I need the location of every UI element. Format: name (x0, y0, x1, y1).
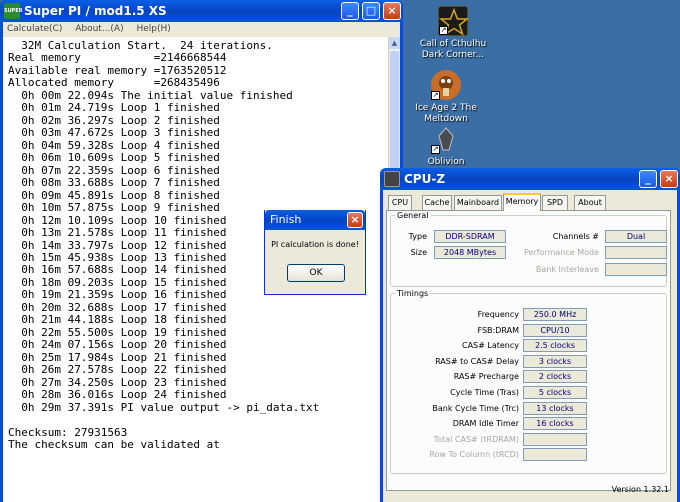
close-button[interactable]: × (660, 170, 678, 188)
scroll-up-icon[interactable]: ▲ (389, 37, 400, 49)
shortcut-arrow-icon: ↗ (431, 91, 440, 100)
tab-mainboard[interactable]: Mainboard (454, 195, 502, 210)
timing-label: Row To Column (tRCD) (429, 450, 519, 460)
menu-help[interactable]: Help(H) (136, 24, 170, 34)
type-value: DDR-SDRAM (434, 230, 506, 243)
timing-value: CPU/10 (523, 323, 587, 337)
size-label: Size (410, 248, 427, 257)
minimize-button[interactable]: _ (341, 2, 359, 20)
tab-cache[interactable]: Cache (422, 195, 452, 210)
timing-label: RAS# to CAS# Delay (435, 356, 519, 366)
console-line: 0h 01m 24.719s Loop 1 finished (8, 101, 220, 115)
finish-message: PI calculation is done! (271, 240, 359, 249)
superpi-title: Super PI / mod1.5 XS (24, 4, 167, 18)
timing-value: 16 clocks (523, 417, 587, 431)
tab-about[interactable]: About (574, 195, 606, 210)
timings-legend: Timings (397, 289, 429, 298)
performance-mode-value (605, 246, 667, 259)
timing-label: RAS# Precharge (453, 372, 519, 382)
desktop-icon-label: Oblivion (427, 157, 465, 167)
finish-title: Finish (270, 213, 302, 226)
performance-mode-label: Performance Mode (523, 248, 599, 257)
timing-label: CAS# Latency (461, 341, 519, 351)
superpi-titlebar[interactable]: SUPER Super PI / mod1.5 XS _ □ × (0, 0, 403, 22)
type-label: Type (408, 232, 427, 241)
finish-close-button[interactable]: × (347, 212, 363, 228)
close-button[interactable]: × (383, 2, 401, 20)
desktop-icon-ice-age[interactable]: ↗ Ice Age 2 The Meltdown (410, 70, 482, 125)
oblivion-icon: ↗ (431, 124, 461, 154)
memory-tab-panel: General Type DDR-SDRAM Size 2048 MBytes … (386, 210, 671, 491)
desktop-icon-call-of-cthulhu[interactable]: ↗ Call of Cthulhu Dark Corner... (417, 6, 489, 61)
console-line: 0h 08m 33.688s Loop 7 finished (8, 176, 220, 190)
maximize-button[interactable]: □ (362, 2, 380, 20)
console-line: 0h 06m 10.609s Loop 5 finished (8, 151, 220, 165)
timing-value: 250.0 MHz (523, 308, 587, 321)
bank-interleave-value (605, 263, 667, 276)
version-label: Version 1.32.1 (611, 485, 669, 494)
timing-value: 2 clocks (523, 370, 587, 384)
tab-spd[interactable]: SPD (542, 195, 568, 210)
console-line: 0h 21m 44.188s Loop 18 finished (8, 313, 227, 327)
pentagram-icon: ↗ (438, 6, 470, 36)
channels-label: Channels # (552, 232, 599, 241)
tab-cpu[interactable]: CPU (388, 195, 412, 210)
shortcut-arrow-icon: ↗ (431, 145, 440, 154)
general-legend: General (397, 211, 429, 220)
desktop-icon-oblivion[interactable]: ↗ Oblivion (410, 124, 482, 168)
desktop-icon-label: Call of Cthulhu (419, 39, 487, 49)
timing-value: 13 clocks (523, 401, 587, 415)
cpuz-app-icon (384, 171, 400, 187)
finish-titlebar[interactable]: Finish × (265, 210, 365, 230)
timing-value: 5 clocks (523, 386, 587, 399)
cpuz-titlebar[interactable]: CPU-Z _ × (380, 168, 680, 190)
timing-label: Total CAS# (tRDRAM) (433, 434, 519, 444)
menu-about[interactable]: About...(A) (75, 24, 123, 34)
size-value: 2048 MBytes (434, 246, 506, 259)
console-line: 0h 03m 47.672s Loop 3 finished (8, 126, 220, 140)
cpuz-title: CPU-Z (404, 172, 446, 186)
console-line: The checksum can be validated at (8, 438, 220, 451)
desktop-icon-label: Dark Corner... (421, 50, 485, 60)
menu-calculate[interactable]: Calculate(C) (7, 24, 62, 34)
bank-interleave-label: Bank Interleave (535, 265, 599, 274)
finish-dialog: Finish × PI calculation is done! OK (264, 210, 366, 295)
console-line: 0h 26m 27.578s Loop 22 finished (8, 363, 227, 377)
minimize-button[interactable]: _ (639, 170, 657, 188)
timing-value (523, 448, 587, 462)
timing-value: 2.5 clocks (523, 339, 587, 353)
timing-value: 3 clocks (523, 354, 587, 368)
squirrel-icon: ↗ (431, 70, 461, 100)
timing-value (523, 432, 587, 446)
superpi-menubar: Calculate(C) About...(A) Help(H) (3, 22, 400, 37)
timing-label: FSB:DRAM (477, 325, 520, 335)
tab-memory[interactable]: Memory (503, 193, 541, 211)
console-line: 0h 28m 36.016s Loop 24 finished (8, 388, 227, 402)
console-line: 0h 29m 37.391s PI value output -> pi_dat… (8, 400, 320, 414)
cpuz-body: CPU Cache Mainboard Memory SPD About Gen… (383, 190, 677, 502)
timing-label: DRAM Idle Timer (452, 419, 519, 429)
console-line: Allocated memory =268435496 (8, 76, 220, 90)
timing-label: Frequency (477, 310, 519, 319)
timing-label: Cycle Time (Tras) (450, 388, 519, 397)
superpi-app-icon: SUPER (4, 3, 23, 19)
channels-value: Dual (605, 230, 667, 243)
cpuz-window: CPU-Z _ × CPU Cache Mainboard Memory SPD… (380, 168, 680, 502)
timing-label: Bank Cycle Time (Trc) (432, 403, 519, 413)
desktop-icon-label: Ice Age 2 The (415, 103, 477, 113)
shortcut-arrow-icon: ↗ (439, 26, 448, 35)
ok-button[interactable]: OK (287, 264, 345, 282)
console-line: 0h 24m 07.156s Loop 20 finished (8, 338, 227, 352)
